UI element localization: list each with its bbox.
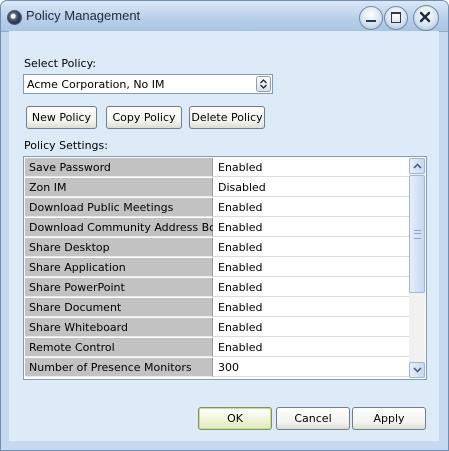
- setting-name: Share Desktop: [25, 238, 213, 257]
- chevron-down-icon: [413, 367, 422, 373]
- settings-row[interactable]: Share PowerPoint Enabled: [25, 278, 409, 298]
- settings-row[interactable]: Download Public Meetings Enabled: [25, 198, 409, 218]
- scroll-up-button[interactable]: [409, 158, 425, 174]
- chevron-up-icon: [413, 163, 422, 169]
- setting-value[interactable]: Enabled: [213, 338, 409, 357]
- app-icon[interactable]: [7, 10, 22, 25]
- delete-policy-button[interactable]: Delete Policy: [189, 106, 265, 129]
- setting-value[interactable]: Enabled: [213, 278, 409, 297]
- select-policy-label: Select Policy:: [24, 57, 96, 70]
- scroll-down-button[interactable]: [409, 362, 425, 378]
- setting-name: Share Whiteboard: [25, 318, 213, 337]
- close-icon: [419, 11, 431, 23]
- setting-value[interactable]: Enabled: [213, 218, 409, 237]
- setting-value[interactable]: Enabled: [213, 158, 409, 177]
- apply-button[interactable]: Apply: [352, 407, 426, 430]
- setting-name: Download Community Address Book: [25, 218, 229, 237]
- settings-row[interactable]: Remote Control Enabled: [25, 338, 409, 358]
- new-policy-button[interactable]: New Policy: [26, 106, 97, 129]
- policy-select-dropdown-button[interactable]: [256, 76, 271, 92]
- minimize-button[interactable]: [359, 6, 383, 30]
- setting-value[interactable]: 300: [213, 358, 409, 377]
- setting-name: Share Application: [25, 258, 213, 277]
- settings-row[interactable]: Download Community Address Book Enabled: [25, 218, 409, 238]
- ok-button[interactable]: OK: [198, 407, 272, 430]
- settings-row[interactable]: Number of Presence Monitors 300: [25, 358, 409, 378]
- policy-select-value: Acme Corporation, No IM: [27, 78, 165, 91]
- settings-row[interactable]: Save Password Enabled: [25, 158, 409, 178]
- settings-row[interactable]: Share Whiteboard Enabled: [25, 318, 409, 338]
- policy-settings-grid: Save Password Enabled Zon IM Disabled Downlo…: [23, 156, 427, 380]
- settings-scrollbar[interactable]: [409, 158, 425, 378]
- scroll-thumb[interactable]: [409, 175, 425, 293]
- setting-name: Download Public Meetings: [25, 198, 213, 217]
- settings-row[interactable]: Zon IM Disabled: [25, 178, 409, 198]
- setting-name: Share PowerPoint: [25, 278, 213, 297]
- setting-name: Number of Presence Monitors: [25, 358, 213, 377]
- settings-row[interactable]: Share Document Enabled: [25, 298, 409, 318]
- scroll-grip: [414, 230, 421, 239]
- policy-settings-label: Policy Settings:: [24, 139, 108, 152]
- setting-value[interactable]: Enabled: [213, 258, 409, 277]
- setting-value[interactable]: Disabled: [213, 178, 409, 197]
- policy-management-window: Policy Management Select Policy: Acme Co…: [0, 0, 449, 451]
- settings-row[interactable]: Share Desktop Enabled: [25, 238, 409, 258]
- settings-row[interactable]: Share Application Enabled: [25, 258, 409, 278]
- setting-value[interactable]: Enabled: [213, 298, 409, 317]
- setting-name: Save Password: [25, 158, 213, 177]
- policy-select[interactable]: Acme Corporation, No IM: [23, 74, 273, 94]
- dropdown-arrows-icon: [260, 79, 267, 89]
- setting-name: Share Document: [25, 298, 213, 317]
- cancel-button[interactable]: Cancel: [276, 407, 350, 430]
- window-title: Policy Management: [26, 8, 141, 23]
- maximize-button[interactable]: [384, 6, 408, 30]
- close-button[interactable]: [413, 5, 439, 31]
- setting-value[interactable]: Enabled: [213, 318, 409, 337]
- setting-name: Remote Control: [25, 338, 213, 357]
- setting-name: Zon IM: [25, 178, 213, 197]
- setting-value[interactable]: Enabled: [213, 198, 409, 217]
- title-bar[interactable]: Policy Management: [1, 1, 448, 32]
- dialog-body: Select Policy: Acme Corporation, No IM N…: [9, 31, 439, 441]
- setting-value[interactable]: Enabled: [213, 238, 409, 257]
- copy-policy-button[interactable]: Copy Policy: [106, 106, 182, 129]
